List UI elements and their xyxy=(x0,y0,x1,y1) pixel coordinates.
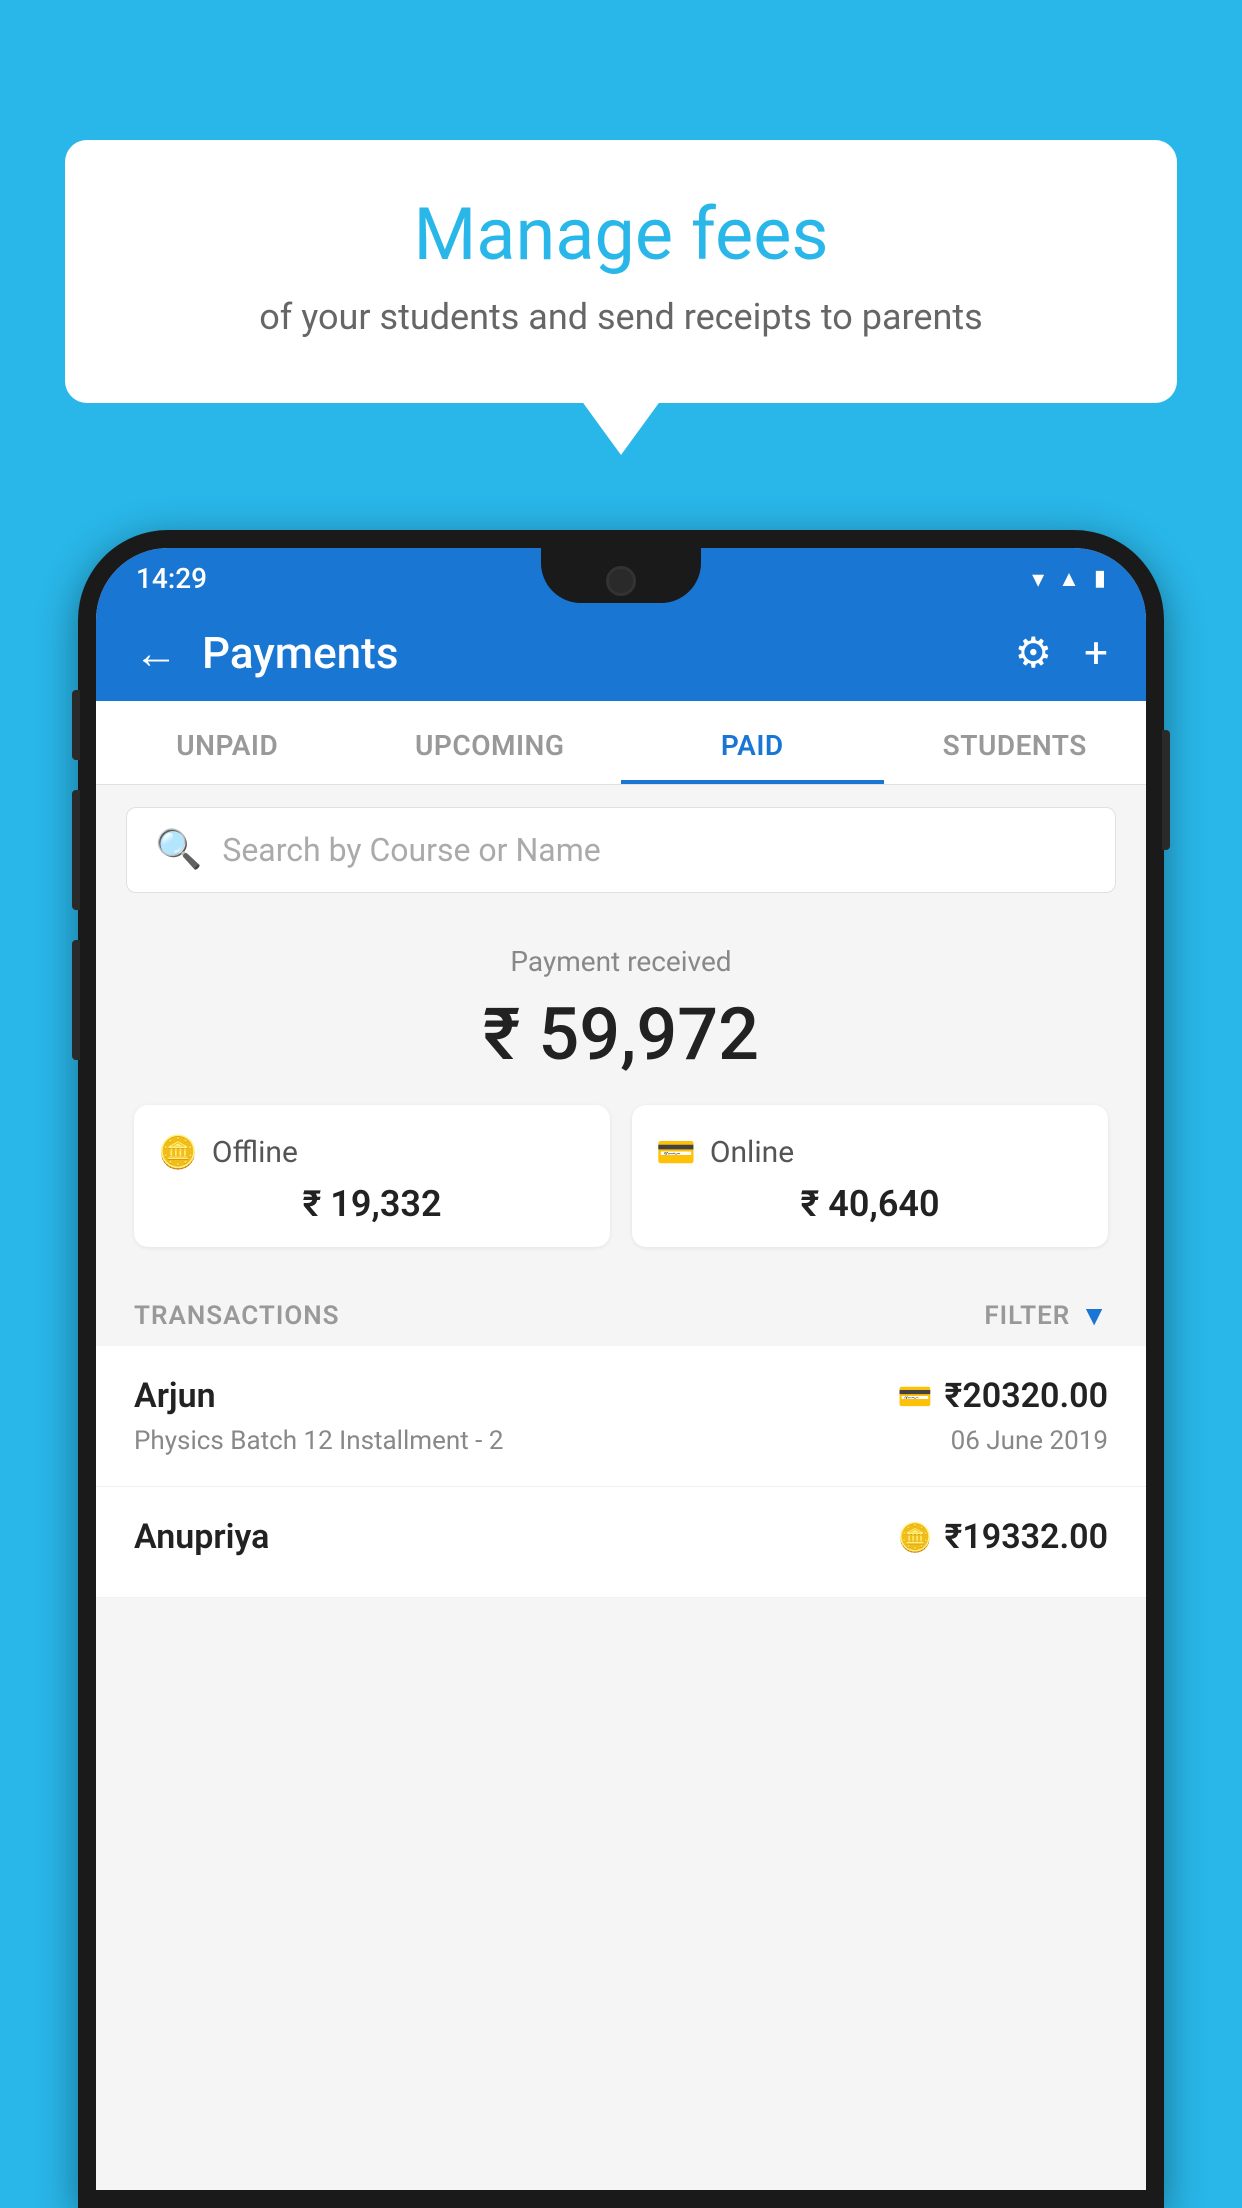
offline-icon: 🪙 xyxy=(158,1133,198,1171)
search-icon: 🔍 xyxy=(155,828,202,872)
phone-screen: 14:29 ▾ ▲ ▮ ← Payments ⚙ + UNPAID xyxy=(96,548,1146,2190)
signal-icon: ▲ xyxy=(1058,566,1080,592)
search-container: 🔍 Search by Course or Name xyxy=(96,785,1146,915)
online-label: Online xyxy=(710,1135,794,1170)
payment-total-amount: ₹ 59,972 xyxy=(134,992,1108,1077)
tab-unpaid[interactable]: UNPAID xyxy=(96,701,359,784)
add-button[interactable]: + xyxy=(1084,629,1108,678)
back-button[interactable]: ← xyxy=(134,627,178,679)
phone-side-right xyxy=(1162,730,1170,850)
phone-notch xyxy=(541,548,701,603)
notch-camera xyxy=(606,566,636,596)
transaction-row-2[interactable]: Anupriya 🪙 ₹19332.00 xyxy=(96,1487,1146,1598)
app-bar: ← Payments ⚙ + xyxy=(96,605,1146,701)
app-bar-title: Payments xyxy=(202,627,398,679)
filter-icon: ▼ xyxy=(1080,1299,1108,1332)
online-icon: 💳 xyxy=(656,1133,696,1171)
tabs-container: UNPAID UPCOMING PAID STUDENTS xyxy=(96,701,1146,785)
search-placeholder: Search by Course or Name xyxy=(222,831,600,869)
payment-summary: Payment received ₹ 59,972 🪙 Offline ₹ 19… xyxy=(96,915,1146,1277)
online-card-header: 💳 Online xyxy=(656,1133,1084,1171)
offline-card-header: 🪙 Offline xyxy=(158,1133,586,1171)
payment-cards: 🪙 Offline ₹ 19,332 💳 Online ₹ 40,640 xyxy=(134,1105,1108,1247)
speech-bubble-container: Manage fees of your students and send re… xyxy=(65,140,1177,403)
online-amount: ₹ 40,640 xyxy=(656,1183,1084,1225)
payment-received-label: Payment received xyxy=(134,945,1108,978)
filter-button[interactable]: FILTER ▼ xyxy=(984,1299,1108,1332)
settings-button[interactable]: ⚙ xyxy=(1015,628,1053,678)
wifi-icon: ▾ xyxy=(1032,565,1044,593)
filter-label: FILTER xyxy=(984,1301,1070,1331)
online-payment-icon-1: 💳 xyxy=(898,1380,933,1413)
transaction-amount-1: ₹20320.00 xyxy=(945,1376,1108,1416)
search-bar[interactable]: 🔍 Search by Course or Name xyxy=(126,807,1116,893)
speech-bubble: Manage fees of your students and send re… xyxy=(65,140,1177,403)
transaction-top-1: Arjun 💳 ₹20320.00 xyxy=(134,1376,1108,1416)
transactions-header: TRANSACTIONS FILTER ▼ xyxy=(96,1277,1146,1346)
status-time: 14:29 xyxy=(136,562,207,595)
transaction-amount-container-2: 🪙 ₹19332.00 xyxy=(898,1517,1108,1557)
transaction-name-2: Anupriya xyxy=(134,1517,269,1557)
transaction-amount-container-1: 💳 ₹20320.00 xyxy=(898,1376,1108,1416)
app-bar-left: ← Payments xyxy=(134,627,398,679)
transaction-bottom-1: Physics Batch 12 Installment - 2 06 June… xyxy=(134,1426,1108,1456)
transaction-date-1: 06 June 2019 xyxy=(951,1426,1108,1456)
transaction-row[interactable]: Arjun 💳 ₹20320.00 Physics Batch 12 Insta… xyxy=(96,1346,1146,1487)
tab-upcoming[interactable]: UPCOMING xyxy=(359,701,622,784)
phone-frame: 14:29 ▾ ▲ ▮ ← Payments ⚙ + UNPAID xyxy=(78,530,1164,2208)
bubble-subtitle: of your students and send receipts to pa… xyxy=(125,296,1117,338)
online-card: 💳 Online ₹ 40,640 xyxy=(632,1105,1108,1247)
offline-payment-icon-2: 🪙 xyxy=(898,1521,933,1554)
tab-paid[interactable]: PAID xyxy=(621,701,884,784)
transaction-top-2: Anupriya 🪙 ₹19332.00 xyxy=(134,1517,1108,1557)
transaction-course-1: Physics Batch 12 Installment - 2 xyxy=(134,1426,503,1456)
offline-label: Offline xyxy=(212,1135,298,1170)
offline-amount: ₹ 19,332 xyxy=(158,1183,586,1225)
tab-students[interactable]: STUDENTS xyxy=(884,701,1147,784)
phone-side-left1 xyxy=(72,690,80,760)
status-icons: ▾ ▲ ▮ xyxy=(1032,565,1106,593)
transactions-label: TRANSACTIONS xyxy=(134,1301,340,1331)
offline-card: 🪙 Offline ₹ 19,332 xyxy=(134,1105,610,1247)
battery-icon: ▮ xyxy=(1094,566,1106,591)
phone-side-left2 xyxy=(72,790,80,910)
app-bar-right: ⚙ + xyxy=(1015,628,1109,678)
transaction-amount-2: ₹19332.00 xyxy=(945,1517,1108,1557)
bubble-title: Manage fees xyxy=(125,195,1117,274)
transaction-name-1: Arjun xyxy=(134,1376,216,1416)
phone-side-left3 xyxy=(72,940,80,1060)
